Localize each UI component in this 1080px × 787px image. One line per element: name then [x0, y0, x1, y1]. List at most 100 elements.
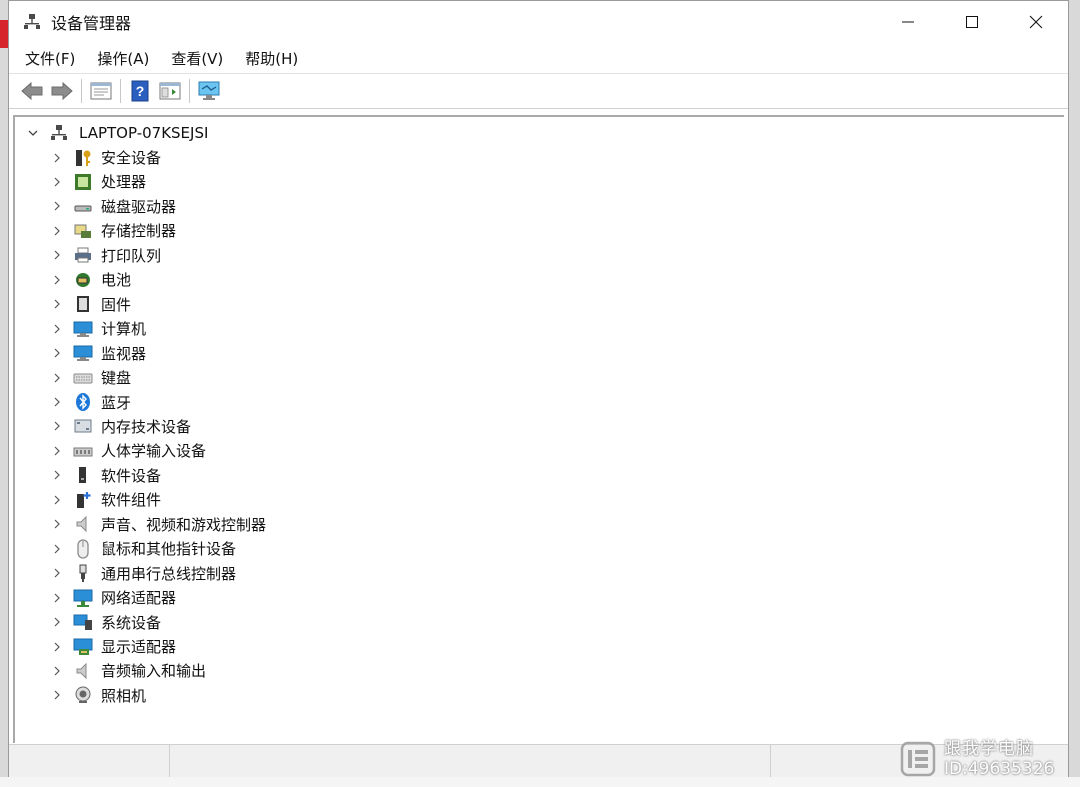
tree-item[interactable]: 声音、视频和游戏控制器	[49, 512, 266, 536]
monitor-scan-icon	[198, 81, 220, 100]
window-title: 设备管理器	[51, 14, 132, 33]
tree-item[interactable]: 内存技术设备	[49, 414, 191, 438]
chevron-right-icon	[54, 470, 60, 480]
expand-toggle[interactable]	[49, 150, 65, 166]
expand-toggle[interactable]	[25, 125, 41, 141]
tree-item-label: 鼠标和其他指针设备	[101, 540, 237, 559]
tree-item[interactable]: 电池	[49, 268, 131, 292]
tree-item[interactable]: 人体学输入设备	[49, 439, 206, 463]
tree-item-label: 声音、视频和游戏控制器	[101, 515, 267, 534]
arrow-left-icon	[21, 81, 43, 101]
chevron-right-icon	[54, 617, 60, 627]
tree-item-label: 通用串行总线控制器	[101, 564, 237, 583]
tree-item-label: 网络适配器	[101, 589, 177, 608]
chevron-right-icon	[54, 177, 60, 187]
scan-hardware-button[interactable]	[194, 77, 224, 105]
tree-item[interactable]: 存储控制器	[49, 219, 176, 243]
expand-toggle[interactable]	[49, 223, 65, 239]
properties-button[interactable]	[86, 77, 116, 105]
expand-toggle[interactable]	[49, 296, 65, 312]
expand-toggle[interactable]	[49, 198, 65, 214]
menu-view[interactable]: 查看(V)	[163, 45, 231, 72]
expand-toggle[interactable]	[49, 590, 65, 606]
tree-item[interactable]: 网络适配器	[49, 586, 176, 610]
tree-item[interactable]: 蓝牙	[49, 390, 131, 414]
tree-item[interactable]: 打印队列	[49, 243, 161, 267]
expand-toggle[interactable]	[49, 345, 65, 361]
chevron-right-icon	[54, 201, 60, 211]
chevron-right-icon	[54, 544, 60, 554]
tree-item-label: 蓝牙	[101, 393, 132, 412]
tree-item-label: 内存技术设备	[101, 417, 192, 436]
tree-item-label: 软件设备	[101, 466, 162, 485]
tree-item[interactable]: 软件设备	[49, 463, 161, 487]
tree-item[interactable]: 照相机	[49, 683, 146, 707]
expand-toggle[interactable]	[49, 272, 65, 288]
tree-item[interactable]: 系统设备	[49, 610, 161, 634]
menu-help[interactable]: 帮助(H)	[237, 45, 306, 72]
expand-toggle[interactable]	[49, 247, 65, 263]
tree-item[interactable]: 监视器	[49, 341, 146, 365]
tree-item[interactable]: 键盘	[49, 366, 131, 390]
expand-toggle[interactable]	[49, 687, 65, 703]
svg-text:?: ?	[136, 83, 145, 99]
toolbar-separator	[189, 79, 190, 103]
device-manager-window: 设备管理器 文件(F) 操作(A) 查看(V) 帮助(H) ? LAPTOP-0…	[8, 0, 1069, 777]
expand-toggle[interactable]	[49, 394, 65, 410]
window-controls	[876, 1, 1068, 43]
expand-toggle[interactable]	[49, 516, 65, 532]
help-button[interactable]: ?	[125, 77, 155, 105]
tree-item[interactable]: 鼠标和其他指针设备	[49, 537, 236, 561]
tree-root-label: LAPTOP-07KSEJSI	[79, 124, 209, 142]
usb-icon	[79, 564, 87, 583]
expand-toggle[interactable]	[49, 614, 65, 630]
tree-item[interactable]: 固件	[49, 292, 131, 316]
memory-card-icon	[74, 419, 92, 433]
minimize-button[interactable]	[876, 1, 940, 43]
close-button[interactable]	[1004, 1, 1068, 43]
system-device-icon	[73, 614, 92, 631]
show-hide-tree-button[interactable]	[155, 77, 185, 105]
chevron-right-icon	[54, 324, 60, 334]
expand-toggle[interactable]	[49, 443, 65, 459]
tree-item[interactable]: 显示适配器	[49, 635, 176, 659]
tree-item-label: 存储控制器	[101, 222, 177, 241]
tree-item-label: 音频输入和输出	[101, 662, 207, 681]
menu-action[interactable]: 操作(A)	[89, 45, 157, 72]
tree-item[interactable]: 磁盘驱动器	[49, 194, 176, 218]
forward-button[interactable]	[47, 77, 77, 105]
expand-toggle[interactable]	[49, 418, 65, 434]
tree-item[interactable]: 通用串行总线控制器	[49, 561, 236, 585]
tree-item[interactable]: 音频输入和输出	[49, 659, 206, 683]
tree-item[interactable]: 计算机	[49, 317, 146, 341]
back-button[interactable]	[17, 77, 47, 105]
tree-item-label: 系统设备	[101, 613, 162, 632]
menu-file[interactable]: 文件(F)	[17, 45, 83, 72]
background-window-edge	[0, 20, 8, 48]
expand-toggle[interactable]	[49, 321, 65, 337]
title-bar[interactable]: 设备管理器	[9, 1, 1068, 43]
chevron-right-icon	[54, 568, 60, 578]
close-icon	[1029, 15, 1043, 29]
chevron-right-icon	[54, 348, 60, 358]
expand-toggle[interactable]	[49, 541, 65, 557]
device-tree[interactable]: LAPTOP-07KSEJSI 安全设备 处理器 磁盘驱动器存储控制器打印队列 电池固…	[13, 115, 1064, 743]
maximize-button[interactable]	[940, 1, 1004, 43]
expand-toggle[interactable]	[49, 174, 65, 190]
expand-toggle[interactable]	[49, 663, 65, 679]
tree-root[interactable]: LAPTOP-07KSEJSI	[25, 121, 208, 145]
expand-toggle[interactable]	[49, 467, 65, 483]
minimize-icon	[902, 21, 914, 23]
tree-item[interactable]: 安全设备	[49, 146, 161, 170]
watermark-title: 跟我学电脑	[944, 739, 1034, 759]
disk-drive-icon	[74, 205, 92, 212]
tree-item[interactable]: 软件组件	[49, 488, 161, 512]
expand-toggle[interactable]	[49, 639, 65, 655]
speaker-icon	[76, 516, 87, 533]
watermark-id: ID:49635326	[944, 759, 1055, 779]
expand-toggle[interactable]	[49, 565, 65, 581]
expand-toggle[interactable]	[49, 370, 65, 386]
chevron-right-icon	[54, 666, 60, 676]
tree-item[interactable]: 处理器	[49, 170, 146, 194]
expand-toggle[interactable]	[49, 492, 65, 508]
